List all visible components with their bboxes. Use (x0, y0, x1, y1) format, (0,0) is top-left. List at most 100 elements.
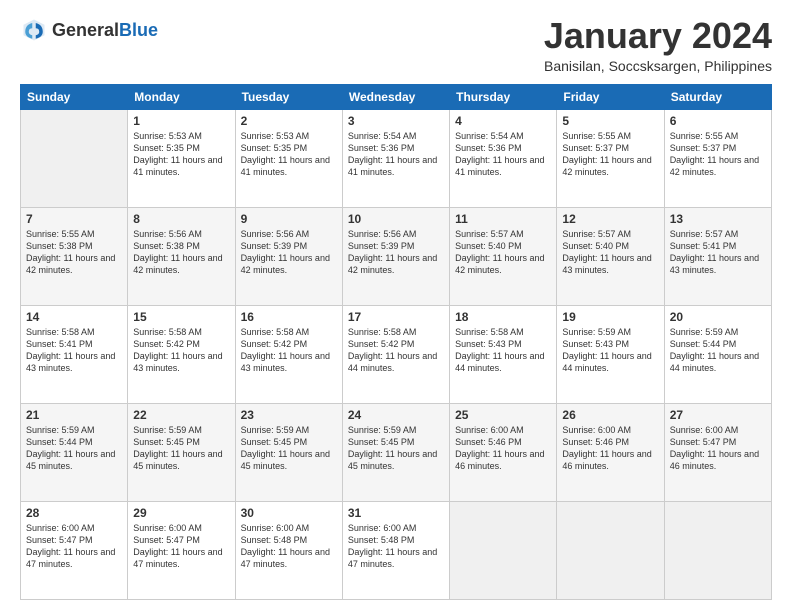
day-info: Sunrise: 5:54 AM Sunset: 5:36 PM Dayligh… (455, 130, 551, 179)
day-number: 9 (241, 212, 337, 226)
logo-text: General Blue (52, 20, 158, 41)
day-number: 4 (455, 114, 551, 128)
day-cell: 12 Sunrise: 5:57 AM Sunset: 5:40 PM Dayli… (557, 207, 664, 305)
day-cell: 26 Sunrise: 6:00 AM Sunset: 5:46 PM Dayli… (557, 403, 664, 501)
day-number: 22 (133, 408, 229, 422)
day-info: Sunrise: 5:53 AM Sunset: 5:35 PM Dayligh… (133, 130, 229, 179)
day-number: 16 (241, 310, 337, 324)
day-cell (664, 501, 771, 599)
day-info: Sunrise: 5:59 AM Sunset: 5:44 PM Dayligh… (26, 424, 122, 473)
day-info: Sunrise: 5:55 AM Sunset: 5:37 PM Dayligh… (670, 130, 766, 179)
day-number: 28 (26, 506, 122, 520)
day-cell: 27 Sunrise: 6:00 AM Sunset: 5:47 PM Dayli… (664, 403, 771, 501)
day-number: 29 (133, 506, 229, 520)
day-info: Sunrise: 5:59 AM Sunset: 5:44 PM Dayligh… (670, 326, 766, 375)
day-cell: 2 Sunrise: 5:53 AM Sunset: 5:35 PM Daylig… (235, 109, 342, 207)
day-number: 20 (670, 310, 766, 324)
day-cell: 4 Sunrise: 5:54 AM Sunset: 5:36 PM Daylig… (450, 109, 557, 207)
day-cell: 13 Sunrise: 5:57 AM Sunset: 5:41 PM Dayli… (664, 207, 771, 305)
day-info: Sunrise: 5:59 AM Sunset: 5:45 PM Dayligh… (133, 424, 229, 473)
calendar-page: General Blue January 2024 Banisilan, Soc… (0, 0, 792, 612)
day-number: 5 (562, 114, 658, 128)
day-cell: 10Sunrise: 5:56 AM Sunset: 5:39 PM Dayli… (342, 207, 449, 305)
day-cell: 8 Sunrise: 5:56 AM Sunset: 5:38 PM Daylig… (128, 207, 235, 305)
day-number: 21 (26, 408, 122, 422)
day-info: Sunrise: 5:58 AM Sunset: 5:42 PM Dayligh… (241, 326, 337, 375)
day-cell (21, 109, 128, 207)
day-info: Sunrise: 5:55 AM Sunset: 5:38 PM Dayligh… (26, 228, 122, 277)
weekday-monday: Monday (128, 84, 235, 109)
weekday-sunday: Sunday (21, 84, 128, 109)
day-cell: 6 Sunrise: 5:55 AM Sunset: 5:37 PM Daylig… (664, 109, 771, 207)
weekday-tuesday: Tuesday (235, 84, 342, 109)
week-row-1: 1 Sunrise: 5:53 AM Sunset: 5:35 PM Daylig… (21, 109, 772, 207)
calendar-title: January 2024 (544, 16, 772, 56)
day-cell (557, 501, 664, 599)
day-info: Sunrise: 6:00 AM Sunset: 5:48 PM Dayligh… (241, 522, 337, 571)
calendar-table: SundayMondayTuesdayWednesdayThursdayFrid… (20, 84, 772, 600)
day-number: 25 (455, 408, 551, 422)
day-cell (450, 501, 557, 599)
day-cell: 23Sunrise: 5:59 AM Sunset: 5:45 PM Dayli… (235, 403, 342, 501)
day-number: 31 (348, 506, 444, 520)
day-cell: 31 Sunrise: 6:00 AM Sunset: 5:48 PM Dayli… (342, 501, 449, 599)
day-cell: 24 Sunrise: 5:59 AM Sunset: 5:45 PM Dayli… (342, 403, 449, 501)
day-cell: 3Sunrise: 5:54 AM Sunset: 5:36 PM Daylig… (342, 109, 449, 207)
logo: General Blue (20, 16, 158, 44)
day-number: 1 (133, 114, 229, 128)
week-row-5: 28 Sunrise: 6:00 AM Sunset: 5:47 PM Dayli… (21, 501, 772, 599)
logo-icon (20, 16, 48, 44)
day-info: Sunrise: 6:00 AM Sunset: 5:46 PM Dayligh… (455, 424, 551, 473)
day-info: Sunrise: 5:53 AM Sunset: 5:35 PM Dayligh… (241, 130, 337, 179)
week-row-3: 14Sunrise: 5:58 AM Sunset: 5:41 PM Dayli… (21, 305, 772, 403)
day-cell: 19 Sunrise: 5:59 AM Sunset: 5:43 PM Dayli… (557, 305, 664, 403)
day-info: Sunrise: 5:57 AM Sunset: 5:40 PM Dayligh… (562, 228, 658, 277)
day-info: Sunrise: 6:00 AM Sunset: 5:48 PM Dayligh… (348, 522, 444, 571)
day-info: Sunrise: 5:56 AM Sunset: 5:39 PM Dayligh… (348, 228, 444, 277)
day-info: Sunrise: 5:55 AM Sunset: 5:37 PM Dayligh… (562, 130, 658, 179)
title-block: January 2024 Banisilan, Soccsksargen, Ph… (544, 16, 772, 74)
calendar-subtitle: Banisilan, Soccsksargen, Philippines (544, 58, 772, 74)
day-number: 6 (670, 114, 766, 128)
weekday-thursday: Thursday (450, 84, 557, 109)
week-row-4: 21 Sunrise: 5:59 AM Sunset: 5:44 PM Dayli… (21, 403, 772, 501)
day-cell: 30Sunrise: 6:00 AM Sunset: 5:48 PM Dayli… (235, 501, 342, 599)
logo-general: General (52, 20, 119, 41)
day-cell: 22 Sunrise: 5:59 AM Sunset: 5:45 PM Dayli… (128, 403, 235, 501)
day-cell: 20 Sunrise: 5:59 AM Sunset: 5:44 PM Dayli… (664, 305, 771, 403)
day-cell: 14Sunrise: 5:58 AM Sunset: 5:41 PM Dayli… (21, 305, 128, 403)
day-info: Sunrise: 5:54 AM Sunset: 5:36 PM Dayligh… (348, 130, 444, 179)
day-number: 27 (670, 408, 766, 422)
day-info: Sunrise: 5:59 AM Sunset: 5:45 PM Dayligh… (241, 424, 337, 473)
day-cell: 15Sunrise: 5:58 AM Sunset: 5:42 PM Dayli… (128, 305, 235, 403)
logo-blue: Blue (119, 20, 158, 41)
day-number: 24 (348, 408, 444, 422)
day-number: 2 (241, 114, 337, 128)
day-info: Sunrise: 5:59 AM Sunset: 5:43 PM Dayligh… (562, 326, 658, 375)
day-number: 7 (26, 212, 122, 226)
day-info: Sunrise: 5:57 AM Sunset: 5:41 PM Dayligh… (670, 228, 766, 277)
day-info: Sunrise: 6:00 AM Sunset: 5:47 PM Dayligh… (133, 522, 229, 571)
week-row-2: 7 Sunrise: 5:55 AM Sunset: 5:38 PM Daylig… (21, 207, 772, 305)
day-number: 19 (562, 310, 658, 324)
day-info: Sunrise: 6:00 AM Sunset: 5:46 PM Dayligh… (562, 424, 658, 473)
day-number: 12 (562, 212, 658, 226)
day-number: 18 (455, 310, 551, 324)
day-info: Sunrise: 5:58 AM Sunset: 5:42 PM Dayligh… (348, 326, 444, 375)
day-info: Sunrise: 6:00 AM Sunset: 5:47 PM Dayligh… (670, 424, 766, 473)
day-number: 13 (670, 212, 766, 226)
day-info: Sunrise: 5:57 AM Sunset: 5:40 PM Dayligh… (455, 228, 551, 277)
day-info: Sunrise: 5:59 AM Sunset: 5:45 PM Dayligh… (348, 424, 444, 473)
day-info: Sunrise: 5:56 AM Sunset: 5:38 PM Dayligh… (133, 228, 229, 277)
day-cell: 11Sunrise: 5:57 AM Sunset: 5:40 PM Dayli… (450, 207, 557, 305)
weekday-saturday: Saturday (664, 84, 771, 109)
day-cell: 9 Sunrise: 5:56 AM Sunset: 5:39 PM Daylig… (235, 207, 342, 305)
weekday-wednesday: Wednesday (342, 84, 449, 109)
day-info: Sunrise: 5:58 AM Sunset: 5:41 PM Dayligh… (26, 326, 122, 375)
day-number: 8 (133, 212, 229, 226)
day-number: 26 (562, 408, 658, 422)
day-info: Sunrise: 5:58 AM Sunset: 5:42 PM Dayligh… (133, 326, 229, 375)
weekday-header-row: SundayMondayTuesdayWednesdayThursdayFrid… (21, 84, 772, 109)
day-info: Sunrise: 5:56 AM Sunset: 5:39 PM Dayligh… (241, 228, 337, 277)
day-info: Sunrise: 5:58 AM Sunset: 5:43 PM Dayligh… (455, 326, 551, 375)
